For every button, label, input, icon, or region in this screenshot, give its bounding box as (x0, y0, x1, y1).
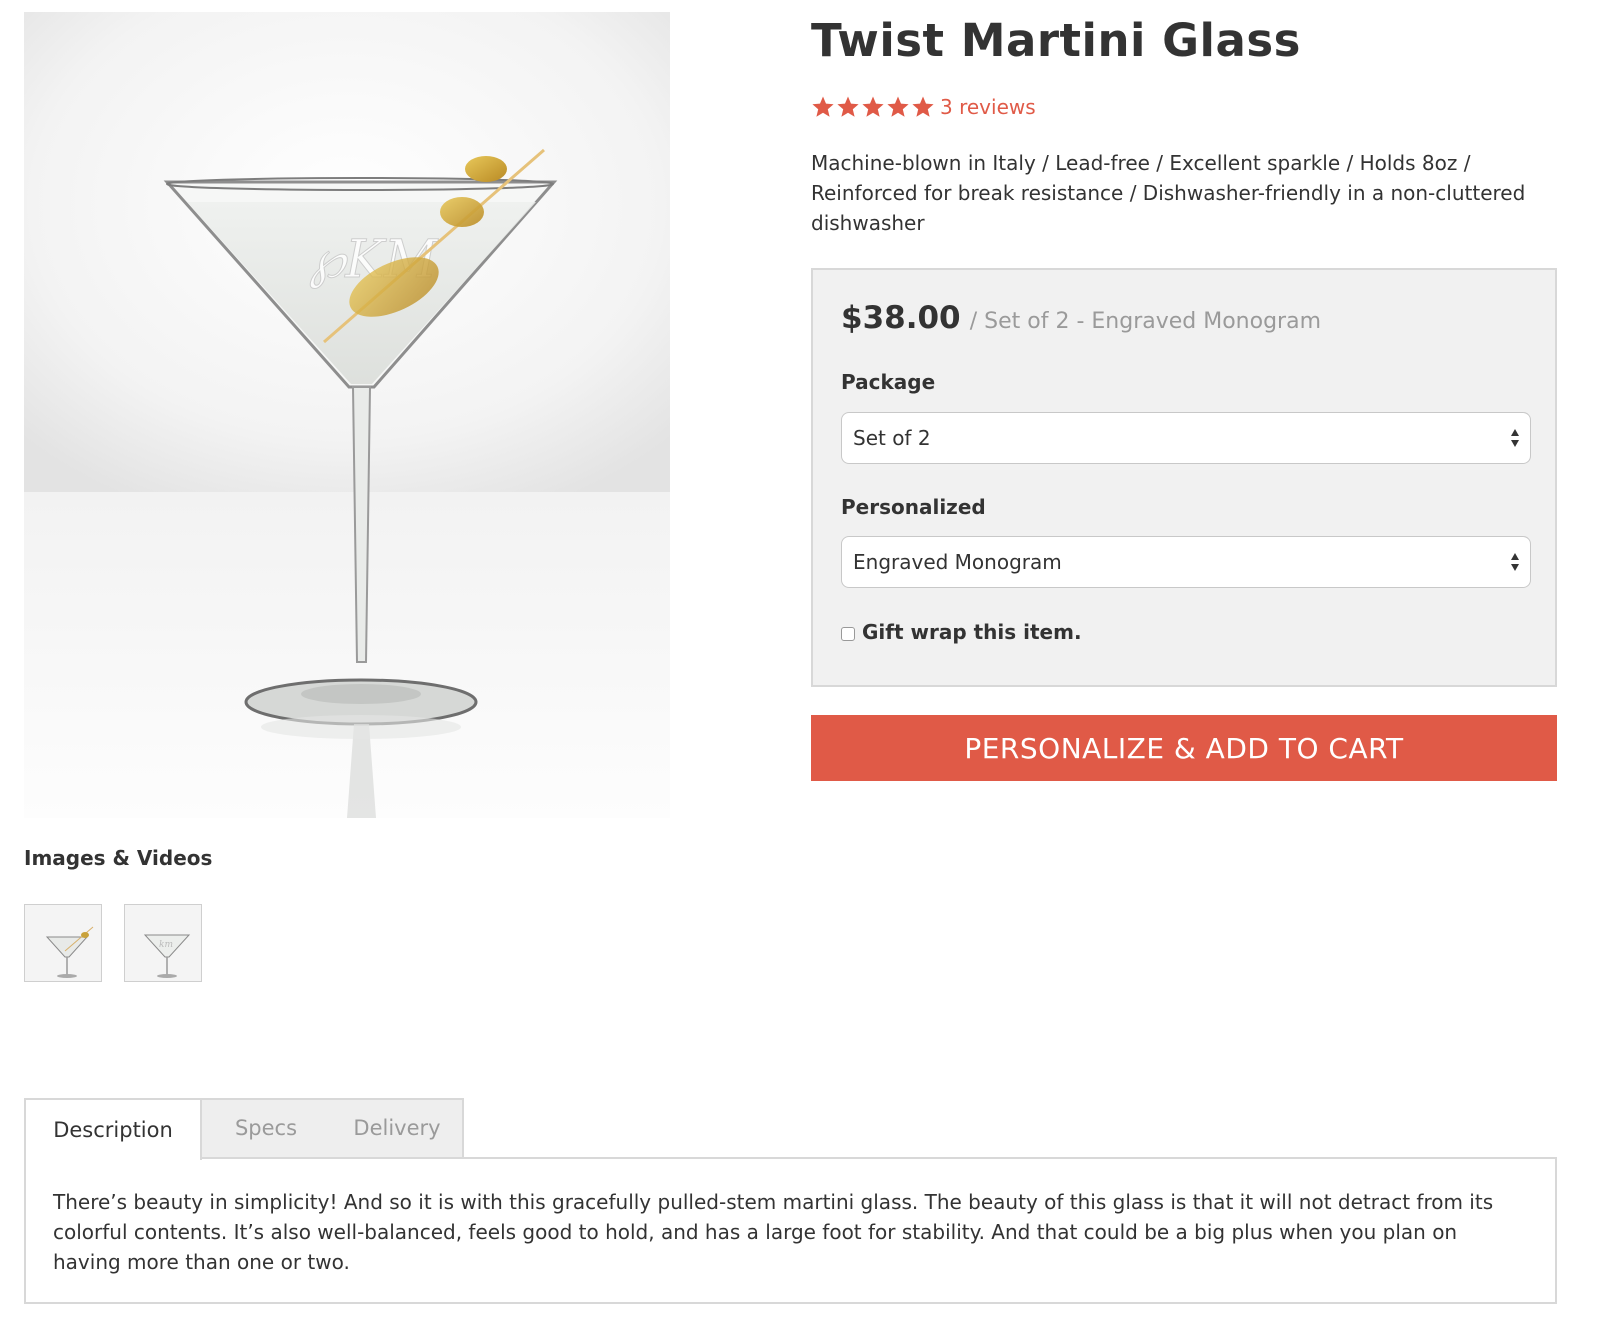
star-icon (812, 96, 834, 117)
product-title: Twist Martini Glass (811, 14, 1301, 67)
star-icon (912, 96, 934, 117)
thumbnail-olive-glass[interactable] (24, 904, 102, 982)
select-arrows-icon (1511, 553, 1519, 571)
giftwrap-label[interactable]: Gift wrap this item. (862, 620, 1082, 644)
package-select-value: Set of 2 (853, 426, 931, 450)
package-label: Package (841, 370, 936, 394)
select-arrows-icon (1511, 429, 1519, 447)
thumbnail-engraved-glass[interactable]: km (124, 904, 202, 982)
personalized-select[interactable]: Engraved Monogram (841, 536, 1531, 588)
description-panel: There’s beauty in simplicity! And so it … (24, 1157, 1557, 1304)
giftwrap-option: Gift wrap this item. (841, 620, 1082, 644)
star-icon (837, 96, 859, 117)
tab-delivery[interactable]: Delivery (342, 1098, 452, 1158)
star-icon (862, 96, 884, 117)
tab-description[interactable]: Description (24, 1098, 202, 1160)
rating-stars (811, 95, 936, 119)
price: $38.00 (841, 300, 961, 336)
reviews-link[interactable]: 3 reviews (940, 95, 1036, 119)
product-main-image: ℘KM (24, 12, 670, 818)
price-variant: / Set of 2 - Engraved Monogram (969, 309, 1321, 334)
personalized-select-value: Engraved Monogram (853, 550, 1062, 574)
personalized-label: Personalized (841, 495, 986, 519)
product-rating: 3 reviews (811, 92, 1036, 122)
giftwrap-checkbox[interactable] (841, 627, 855, 641)
gallery-heading: Images & Videos (24, 846, 213, 870)
purchase-options-panel: $38.00 / Set of 2 - Engraved Monogram Pa… (811, 268, 1557, 687)
package-select[interactable]: Set of 2 (841, 412, 1531, 464)
personalize-add-to-cart-button[interactable]: PERSONALIZE & ADD TO CART (811, 715, 1557, 781)
description-text: There’s beauty in simplicity! And so it … (53, 1190, 1494, 1274)
price-line: $38.00 / Set of 2 - Engraved Monogram (841, 300, 1321, 336)
product-tagline: Machine-blown in Italy / Lead-free / Exc… (811, 151, 1526, 235)
tab-specs[interactable]: Specs (222, 1098, 310, 1158)
svg-text:km: km (159, 940, 173, 950)
star-icon (887, 96, 909, 117)
